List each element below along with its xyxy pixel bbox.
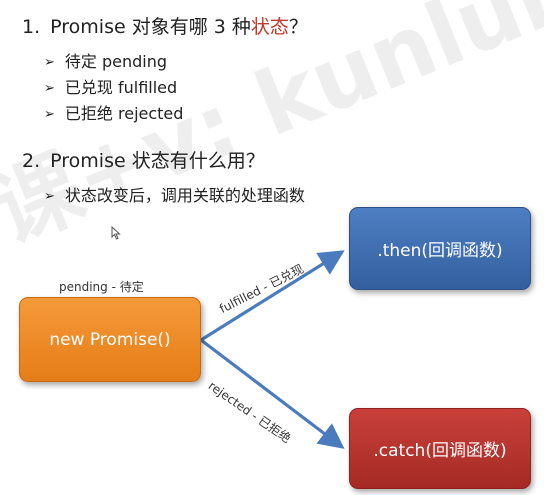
catch-callback-box: .catch(回调函数) <box>349 408 531 489</box>
then-callback-box: .then(回调函数) <box>349 207 531 290</box>
new-promise-box: new Promise() <box>19 297 201 382</box>
fulfilled-arrow <box>200 250 345 342</box>
pending-label: pending - 待定 <box>59 280 144 294</box>
